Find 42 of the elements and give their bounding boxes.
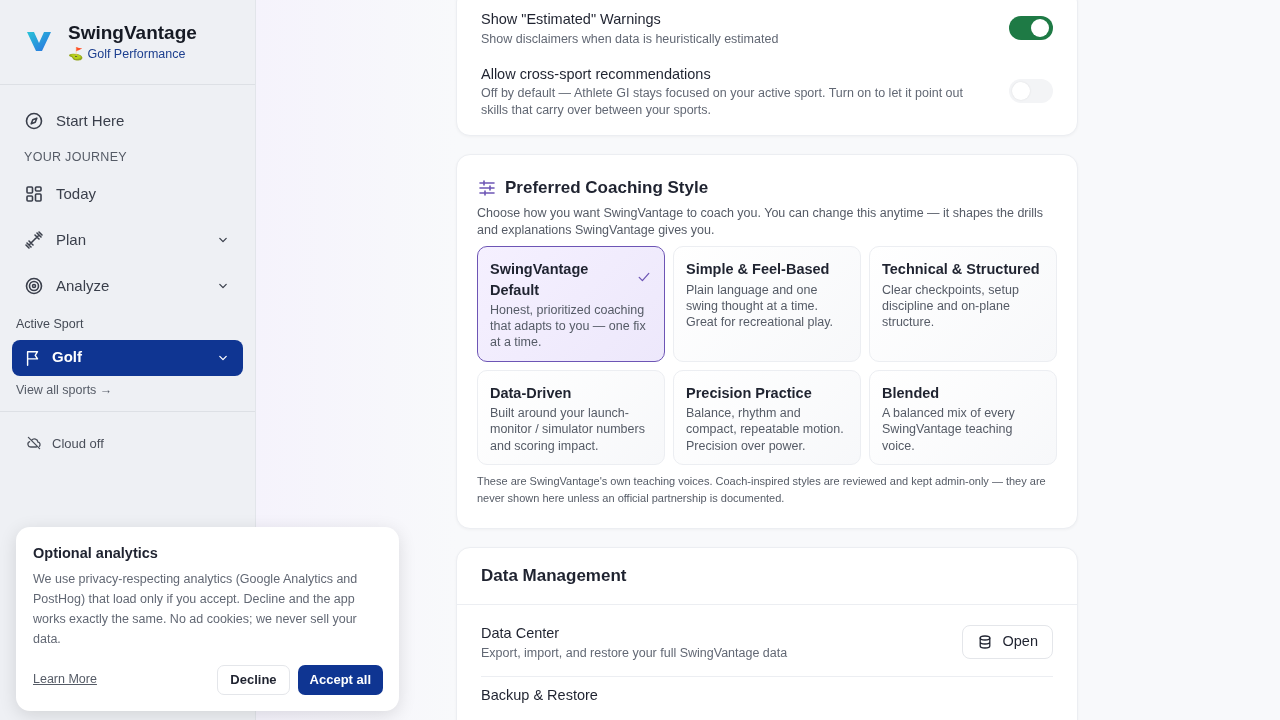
accept-button[interactable]: Accept all [297,664,383,695]
section-description: Choose how you want SwingVantage to coach you. You can change this anytime — it shapes the drills and explanations SwingVantage gives you. [477,204,1045,239]
section-title: Data Management [457,547,1077,605]
nav-item[interactable]: Analyze [0,262,255,309]
style-option-card[interactable]: Data-Driven Built around your launch-monitor / simulator numbers and scoring impact. [477,369,665,465]
open-button[interactable]: Open [961,625,1053,660]
app-subtitle: ⛳ Golf Performance [68,45,187,63]
style-option-card[interactable]: Technical & Structured Clear checkpoints, setup discipline and on-plane structure. [869,246,1057,362]
view-all-link[interactable]: View all sports → [0,375,129,412]
toggle-switch[interactable] [1009,16,1053,41]
setting-description: Export, import, and restore your full SwingVantage data [481,644,789,662]
nav-item[interactable]: Start Here [0,98,255,144]
sidebar-footer-item[interactable]: Cloud off [0,428,255,459]
field-label: Active Sport [15,315,85,333]
app-name: SwingVantage [68,22,197,45]
section-title: Preferred Coaching Style [505,177,709,200]
grid-icon [24,183,44,204]
sliders-icon [477,177,497,198]
setting-title: Data Center [481,623,561,643]
banner-title: Optional analytics [33,544,159,563]
style-option-card[interactable]: Blended A balanced mix of every SwingVantage teaching voice. [869,369,1057,465]
banner-text: We use privacy-respecting analytics (Google Analytics and PostHog) that load only if you accept. Decline and the app works exactly the same. No ad cookies; we never sell your data. [33,570,359,648]
setting-description: Off by default — Athlete GI stays focused on your active sport. Turn on to let it point out skills that carry over between your sports. [481,85,964,120]
setting-title: Show "Estimated" Warnings [481,10,662,29]
style-option-card[interactable]: SwingVantage Default Honest, prioritized coaching that adapts to you — one fix at a time. [477,246,665,362]
nav-item[interactable]: Today [0,170,255,217]
section-label: YOUR JOURNEY [23,149,128,166]
dumbbell-icon [24,229,44,250]
compass-icon [24,111,44,131]
sport-select[interactable]: Golf [12,339,243,376]
setting-title: Backup & Restore [481,685,599,705]
setting-description: Show disclaimers when data is heuristically estimated [481,30,780,48]
target-icon [24,275,44,296]
cloud-off-icon [26,435,42,452]
decline-button[interactable]: Decline [217,664,290,695]
footnote: These are SwingVantage's own teaching voices. Coach-inspired styles are reviewed and kept admin-only — they are never shown here unless an official partnership is documented. [477,473,1047,507]
nav-item[interactable]: Plan [0,216,255,263]
logo-icon [26,29,52,53]
style-option-card[interactable]: Precision Practice Balance, rhythm and compact, repeatable motion. Precision over power. [673,369,861,465]
learn-more-link[interactable]: Learn More [33,670,97,690]
style-option-card[interactable]: Simple & Feel-Based Plain language and one swing thought at a time. Great for recreational play. [673,246,861,362]
setting-title: Allow cross-sport recommendations [481,64,712,84]
